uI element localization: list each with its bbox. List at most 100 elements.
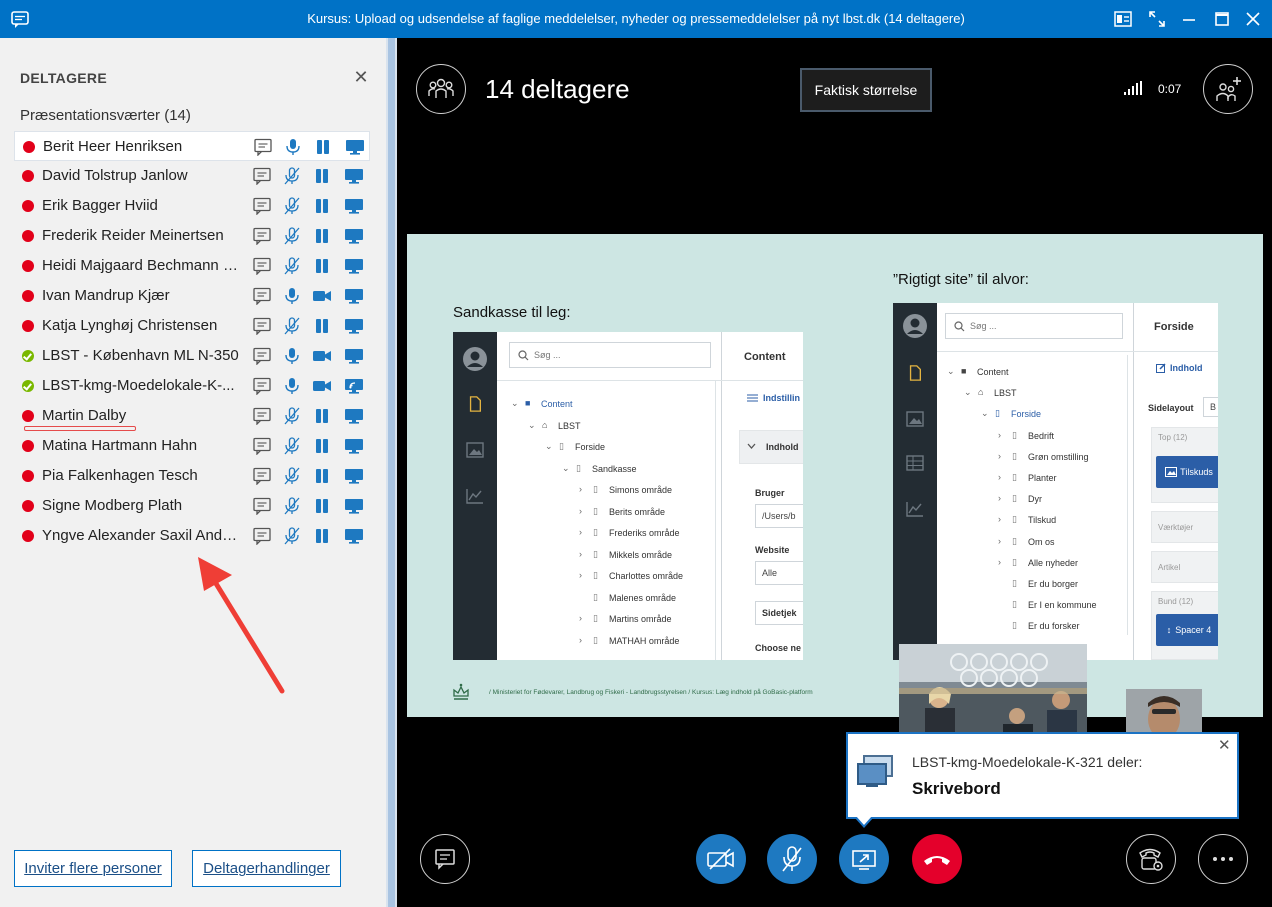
video-paused-icon[interactable] (312, 407, 332, 425)
minimize-button[interactable] (1178, 8, 1200, 30)
video-paused-icon[interactable] (312, 467, 332, 485)
video-paused-icon[interactable] (312, 257, 332, 275)
video-camera-icon[interactable] (312, 377, 332, 395)
screen-icon[interactable] (344, 227, 364, 245)
screen-icon[interactable] (344, 347, 364, 365)
participant-row[interactable]: LBST - København ML N-350 (14, 341, 370, 371)
chat-icon[interactable] (253, 138, 273, 157)
participant-row[interactable]: Katja Lynghøj Christensen (14, 311, 370, 341)
microphone-muted-icon[interactable] (282, 527, 302, 545)
screen-icon[interactable] (344, 257, 364, 275)
close-notification-button[interactable]: ✕ (1218, 736, 1231, 754)
mute-toggle-button[interactable] (767, 834, 817, 884)
chat-icon[interactable] (252, 377, 272, 396)
participant-row[interactable]: Heidi Majgaard Bechmann P... (14, 251, 370, 281)
screen-icon[interactable] (344, 197, 364, 215)
chat-icon[interactable] (252, 167, 272, 186)
chat-icon[interactable] (252, 437, 272, 456)
hang-up-button[interactable] (912, 834, 962, 884)
im-chat-button[interactable] (420, 834, 470, 884)
call-controls-button[interactable] (1126, 834, 1176, 884)
close-window-button[interactable] (1242, 8, 1264, 30)
participants-toggle-button[interactable] (416, 64, 466, 114)
chat-icon[interactable] (252, 467, 272, 486)
participant-row[interactable]: Matina Hartmann Hahn (14, 431, 370, 461)
video-toggle-button[interactable] (696, 834, 746, 884)
video-camera-icon[interactable] (312, 347, 332, 365)
microphone-muted-icon[interactable] (282, 407, 302, 425)
tree-folder-icon: ■ (525, 398, 531, 408)
participant-row[interactable]: Erik Bagger Hviid (14, 191, 370, 221)
scrollbar-thumb[interactable] (388, 38, 395, 907)
chat-icon[interactable] (252, 227, 272, 246)
screen-icon[interactable] (344, 527, 364, 545)
share-content-button[interactable] (839, 834, 889, 884)
video-paused-icon[interactable] (312, 497, 332, 515)
microphone-muted-icon[interactable] (282, 227, 302, 245)
microphone-muted-icon[interactable] (282, 317, 302, 335)
panel-scrollbar[interactable] (386, 38, 397, 907)
screen-sharing-icon[interactable] (344, 377, 364, 395)
participant-row[interactable]: Yngve Alexander Saxil Ande... (14, 521, 370, 551)
chat-icon[interactable] (252, 287, 272, 306)
chat-icon[interactable] (252, 527, 272, 546)
participant-actions-button[interactable]: Deltagerhandlinger (192, 850, 341, 887)
chat-icon[interactable] (252, 407, 272, 426)
microphone-muted-icon[interactable] (282, 497, 302, 515)
actual-size-button[interactable]: Faktisk størrelse (800, 68, 932, 112)
screen-icon[interactable] (344, 467, 364, 485)
tree-item-label: Alle nyheder (1028, 557, 1079, 568)
layout-switch-button[interactable] (1112, 8, 1134, 30)
video-paused-icon[interactable] (313, 138, 333, 156)
screen-icon[interactable] (344, 437, 364, 455)
chat-icon[interactable] (252, 347, 272, 366)
meeting-room-video[interactable] (899, 644, 1087, 734)
participant-row[interactable]: Martin Dalby (14, 401, 370, 431)
presence-status-icon (23, 141, 35, 153)
participant-row[interactable]: Signe Modberg Plath (14, 491, 370, 521)
presenters-group-label[interactable]: Præsentationsværter (14) (20, 107, 191, 124)
add-people-button[interactable] (1203, 64, 1253, 114)
video-paused-icon[interactable] (312, 317, 332, 335)
participant-video[interactable] (1126, 689, 1202, 734)
microphone-icon[interactable] (282, 377, 302, 395)
participant-row[interactable]: David Tolstrup Janlow (14, 161, 370, 191)
more-options-button[interactable] (1198, 834, 1248, 884)
microphone-muted-icon[interactable] (282, 257, 302, 275)
video-paused-icon[interactable] (312, 437, 332, 455)
maximize-button[interactable] (1211, 8, 1233, 30)
chat-icon[interactable] (252, 257, 272, 276)
participant-row[interactable]: Ivan Mandrup Kjær (14, 281, 370, 311)
microphone-muted-icon[interactable] (282, 437, 302, 455)
microphone-muted-icon[interactable] (282, 197, 302, 215)
video-paused-icon[interactable] (312, 197, 332, 215)
microphone-icon[interactable] (282, 287, 302, 305)
video-paused-icon[interactable] (312, 227, 332, 245)
fullscreen-button[interactable] (1146, 8, 1168, 30)
screen-icon[interactable] (344, 287, 364, 305)
chat-icon[interactable] (252, 197, 272, 216)
microphone-icon[interactable] (283, 138, 303, 156)
chat-icon[interactable] (252, 317, 272, 336)
microphone-muted-icon[interactable] (282, 467, 302, 485)
video-camera-icon[interactable] (312, 287, 332, 305)
invite-people-button[interactable]: Inviter flere personer (14, 850, 172, 887)
screen-icon[interactable] (344, 317, 364, 335)
slide-left-caption: Sandkasse til leg: (453, 304, 571, 321)
presence-status-icon (22, 200, 34, 212)
screen-icon[interactable] (344, 497, 364, 515)
screen-icon[interactable] (344, 407, 364, 425)
video-paused-icon[interactable] (312, 527, 332, 545)
microphone-icon[interactable] (282, 347, 302, 365)
close-panel-button[interactable]: ✕ (352, 68, 370, 86)
participant-row[interactable]: Pia Falkenhagen Tesch (14, 461, 370, 491)
screen-icon[interactable] (344, 167, 364, 185)
participant-row[interactable]: LBST-kmg-Moedelokale-K-... (14, 371, 370, 401)
microphone-muted-icon[interactable] (282, 167, 302, 185)
screen-icon[interactable] (345, 138, 365, 156)
cms-sidebar (453, 332, 497, 660)
participant-row[interactable]: Frederik Reider Meinertsen (14, 221, 370, 251)
chat-icon[interactable] (252, 497, 272, 516)
video-paused-icon[interactable] (312, 167, 332, 185)
participant-row[interactable]: Berit Heer Henriksen (14, 131, 370, 161)
